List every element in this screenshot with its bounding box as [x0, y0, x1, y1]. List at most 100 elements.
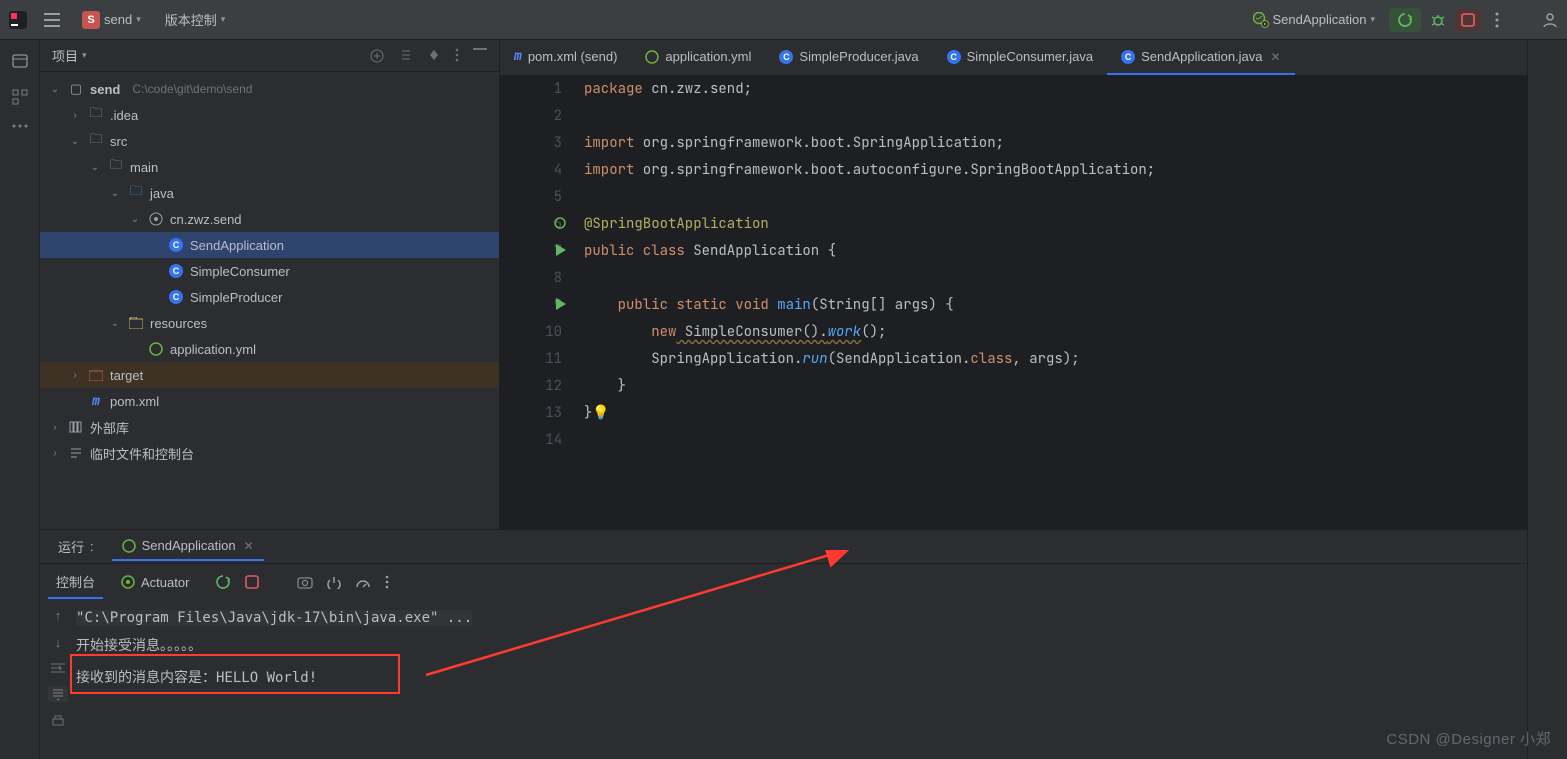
code-content[interactable]: package cn.zwz.send; import org.springfr…	[580, 76, 1527, 529]
scratches-icon	[68, 446, 84, 460]
project-selector[interactable]: S send ▾	[76, 7, 147, 33]
excluded-folder-icon	[88, 369, 104, 381]
tree-package[interactable]: ⌄ cn.zwz.send	[40, 206, 499, 232]
maven-icon: m	[88, 394, 104, 409]
spring-bean-gutter-icon[interactable]	[554, 217, 566, 229]
tree-class-simpleconsumer[interactable]: C SimpleConsumer	[40, 258, 499, 284]
actuator-icon	[121, 575, 135, 589]
editor-gutter: 1 2 3 4 5 6 7 8 9 10 11 12 13 14	[500, 76, 580, 529]
tree-folder-target[interactable]: › target	[40, 362, 499, 388]
actuator-tab[interactable]: Actuator	[113, 569, 197, 596]
tree-folder-resources[interactable]: ⌄ resources	[40, 310, 499, 336]
tree-folder-main[interactable]: ⌄🗀 main	[40, 154, 499, 180]
exit-icon[interactable]	[327, 575, 341, 589]
scroll-up-icon[interactable]: ↑	[55, 608, 62, 623]
spring-config-icon	[148, 342, 164, 356]
maven-icon: m	[514, 49, 522, 64]
select-opened-file-icon[interactable]	[369, 48, 385, 64]
tree-external-libraries[interactable]: › 外部库	[40, 414, 499, 440]
run-tool-label[interactable]: 运行:	[48, 531, 104, 562]
account-icon[interactable]	[1541, 11, 1559, 29]
print-icon[interactable]	[51, 714, 65, 728]
debug-button[interactable]	[1429, 11, 1447, 29]
expand-arrow-icon[interactable]: ⌄	[48, 84, 62, 95]
vcs-label: 版本控制	[165, 10, 217, 29]
console-output[interactable]: "C:\Program Files\Java\jdk-17\bin\java.e…	[76, 600, 1527, 759]
run-app-tab[interactable]: SendApplication ✕	[112, 532, 264, 561]
package-icon	[148, 212, 164, 226]
vcs-menu[interactable]: 版本控制 ▾	[159, 6, 232, 33]
folder-icon: 🗀	[88, 104, 104, 126]
rerun-button[interactable]	[1389, 8, 1421, 32]
tree-file-application-yml[interactable]: application.yml	[40, 336, 499, 362]
tree-class-sendapplication[interactable]: C SendApplication	[40, 232, 499, 258]
run-tool-window: 运行: SendApplication ✕ 控制台 Actuator	[40, 529, 1527, 759]
tree-folder-idea[interactable]: ›🗀 .idea	[40, 102, 499, 128]
spring-run-icon	[1253, 12, 1269, 28]
chevron-down-icon: ▾	[82, 50, 87, 61]
class-run-icon: C	[1121, 50, 1135, 64]
tree-root[interactable]: ⌄ ▢ send C:\code\git\demo\send	[40, 76, 499, 102]
project-tool-panel: 项目 ▾ ⌄ ▢ send	[40, 40, 500, 529]
profiler-icon[interactable]	[355, 575, 371, 589]
close-icon[interactable]: ✕	[244, 539, 254, 553]
console-tab[interactable]: 控制台	[48, 566, 103, 599]
panel-options-icon[interactable]	[455, 48, 459, 64]
class-icon: C	[168, 290, 184, 304]
more-icon[interactable]	[385, 575, 389, 589]
class-icon: C	[947, 50, 961, 64]
tree-folder-src[interactable]: ⌄🗀 src	[40, 128, 499, 154]
scroll-down-icon[interactable]: ↓	[55, 635, 62, 650]
main-menu-icon[interactable]	[40, 9, 64, 31]
stop-button[interactable]	[1455, 9, 1481, 31]
project-panel-title[interactable]: 项目 ▾	[52, 46, 87, 65]
tree-folder-java[interactable]: ⌄🗀 java	[40, 180, 499, 206]
project-tree: ⌄ ▢ send C:\code\git\demo\send ›🗀 .idea …	[40, 72, 499, 529]
console-line-highlighted: 接收到的消息内容是：HELLO World!	[76, 664, 1527, 692]
more-actions-icon[interactable]	[1489, 12, 1505, 28]
editor-area: mpom.xml (send) application.yml CSimpleP…	[500, 40, 1527, 529]
more-tools-icon[interactable]	[12, 124, 28, 128]
folder-icon: 🗀	[88, 130, 104, 152]
collapse-all-icon[interactable]	[427, 48, 441, 64]
tab-simpleconsumer[interactable]: CSimpleConsumer.java	[933, 40, 1107, 75]
module-icon: ▢	[68, 81, 84, 97]
expand-all-icon[interactable]	[399, 48, 413, 64]
class-icon: C	[779, 50, 793, 64]
project-tool-icon[interactable]	[11, 52, 29, 70]
tree-file-pom[interactable]: m pom.xml	[40, 388, 499, 414]
left-tool-rail	[0, 40, 40, 759]
console-line: "C:\Program Files\Java\jdk-17\bin\java.e…	[76, 610, 472, 626]
editor-tabs: mpom.xml (send) application.yml CSimpleP…	[500, 40, 1527, 76]
folder-icon: 🗀	[108, 156, 124, 178]
run-config-selector[interactable]: SendApplication ▾	[1247, 8, 1382, 32]
screenshot-icon[interactable]	[297, 575, 313, 589]
structure-tool-icon[interactable]	[11, 88, 29, 106]
rerun-icon[interactable]	[215, 574, 231, 590]
class-run-icon: C	[168, 238, 184, 252]
close-tab-icon[interactable]: ✕	[1271, 50, 1281, 64]
source-folder-icon: 🗀	[128, 182, 144, 204]
hide-panel-icon[interactable]	[473, 48, 487, 64]
spring-icon	[645, 50, 659, 64]
intellij-logo-icon	[8, 10, 28, 30]
tab-pom[interactable]: mpom.xml (send)	[500, 40, 631, 75]
tab-application-yml[interactable]: application.yml	[631, 40, 765, 75]
tab-simpleproducer[interactable]: CSimpleProducer.java	[765, 40, 932, 75]
tree-class-simpleproducer[interactable]: C SimpleProducer	[40, 284, 499, 310]
project-badge: S	[82, 11, 100, 29]
code-editor[interactable]: 1 2 3 4 5 6 7 8 9 10 11 12 13 14	[500, 76, 1527, 529]
chevron-down-icon: ▾	[136, 14, 141, 25]
run-gutter-icon[interactable]	[556, 298, 566, 310]
top-toolbar: S send ▾ 版本控制 ▾ SendApplication ▾	[0, 0, 1567, 40]
root-path-hint: C:\code\git\demo\send	[132, 82, 252, 96]
right-tool-rail	[1527, 40, 1567, 759]
chevron-down-icon: ▾	[221, 14, 226, 25]
stop-icon[interactable]	[245, 575, 259, 589]
intention-bulb-icon[interactable]: 💡	[592, 404, 609, 422]
tab-sendapplication[interactable]: CSendApplication.java✕	[1107, 40, 1294, 75]
soft-wrap-icon[interactable]	[50, 662, 66, 674]
run-gutter-icon[interactable]	[556, 244, 566, 256]
tree-scratches[interactable]: › 临时文件和控制台	[40, 440, 499, 466]
scroll-to-end-icon[interactable]	[48, 686, 68, 702]
